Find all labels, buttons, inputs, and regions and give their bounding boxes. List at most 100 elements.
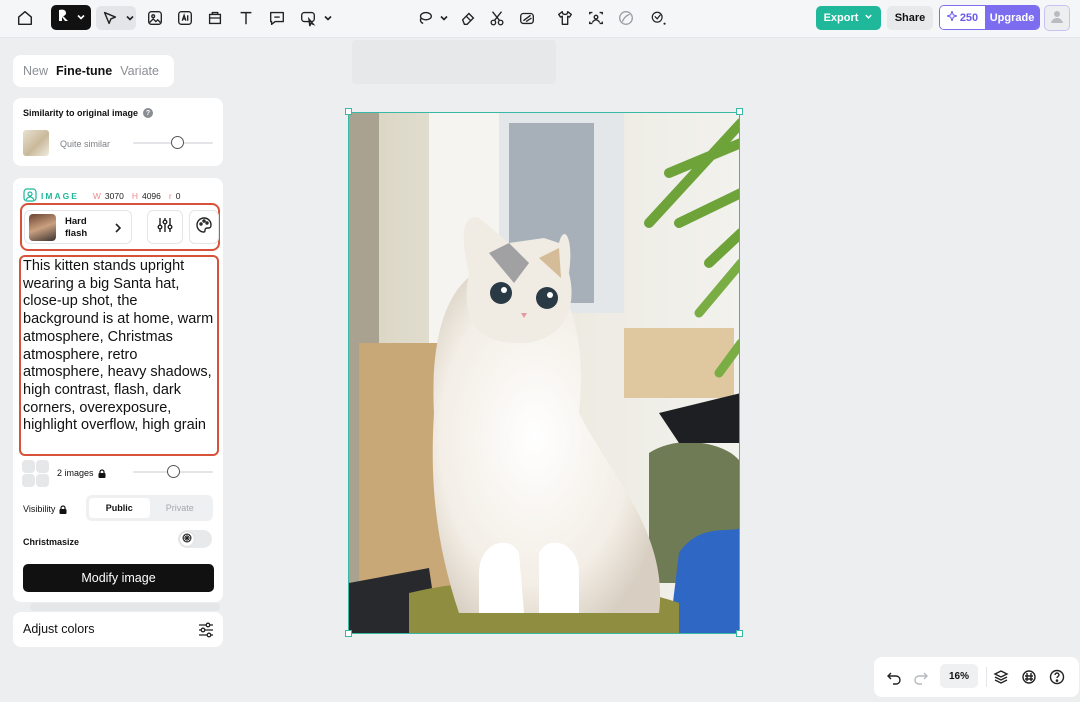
image-height: 4096 (141, 191, 161, 201)
remove-background-icon[interactable] (517, 6, 537, 30)
similarity-slider-knob[interactable] (170, 136, 184, 149)
adjust-settings-button[interactable] (147, 210, 183, 244)
christmasize-knob (180, 532, 194, 546)
chevron-down-icon[interactable] (322, 6, 334, 30)
visibility-label: Visibility (23, 504, 67, 514)
images-count-label: 2 images (57, 468, 94, 478)
logo-menu-button[interactable] (51, 5, 91, 30)
ai-image-icon[interactable] (175, 6, 195, 30)
similarity-value-label: Quite similar (60, 139, 111, 149)
home-icon[interactable] (15, 6, 35, 30)
eraser-icon[interactable] (458, 6, 478, 30)
lock-icon (98, 468, 106, 478)
christmasize-toggle[interactable] (178, 530, 212, 548)
modify-image-button[interactable]: Modify image (23, 564, 214, 592)
style-row: Hard flash (20, 203, 220, 251)
palette-icon (195, 216, 213, 239)
help-icon[interactable] (1047, 667, 1067, 687)
image-info: IMAGE W 3070 H 4096 r 0 (23, 188, 180, 204)
chevron-down-icon[interactable] (124, 6, 136, 30)
share-button[interactable]: Share (887, 6, 933, 30)
images-count: 2 images (57, 468, 106, 478)
bottom-toolbar: 16% (874, 657, 1079, 697)
user-avatar[interactable] (1044, 5, 1070, 31)
height-key: H (131, 191, 138, 201)
resize-handle-bottom-left[interactable] (345, 630, 352, 637)
logo-icon (56, 7, 72, 28)
credits-value: 250 (959, 11, 979, 24)
mode-tabs: New Fine-tune Variate (13, 55, 174, 87)
credits-count[interactable]: 250 (940, 6, 985, 29)
share-label: Share (894, 12, 926, 24)
fine-tune-card: IMAGE W 3070 H 4096 r 0 Hard flash This … (13, 178, 223, 602)
resize-handle-top-left[interactable] (345, 108, 352, 115)
image-label: IMAGE (41, 191, 79, 201)
christmasize-label: Christmasize (23, 537, 80, 547)
style-name: Hard flash (65, 216, 88, 239)
lock-icon (59, 504, 67, 514)
comment-icon[interactable] (267, 6, 287, 30)
redo-icon[interactable] (911, 667, 931, 687)
background-placeholder (352, 40, 556, 84)
user-icon (1049, 8, 1065, 29)
group-photo-icon[interactable] (586, 6, 606, 30)
similarity-title-text: Similarity to original image (23, 108, 139, 118)
width-key: W (92, 191, 101, 201)
similarity-title: Similarity to original image ? (23, 108, 154, 118)
kitten-photo (349, 113, 739, 633)
leaf-icon[interactable] (616, 6, 636, 30)
layers-icon[interactable] (991, 667, 1011, 687)
tab-variate[interactable]: Variate (120, 64, 159, 78)
style-selector[interactable]: Hard flash (24, 210, 132, 244)
upgrade-label: Upgrade (989, 11, 1035, 24)
export-label: Export (823, 12, 859, 24)
chevron-down-icon (864, 12, 873, 24)
sliders-icon (156, 216, 174, 239)
chevron-right-icon (113, 221, 123, 233)
palette-button[interactable] (189, 210, 219, 244)
image-icon[interactable] (145, 6, 165, 30)
adjust-colors-card[interactable]: Adjust colors (13, 612, 223, 647)
export-button[interactable]: Export (816, 6, 881, 30)
canvas-image[interactable] (348, 112, 740, 634)
tab-fine-tune[interactable]: Fine-tune (56, 64, 112, 78)
style-thumbnail (29, 214, 56, 241)
help-icon[interactable]: ? (143, 108, 154, 118)
magic-edit-icon[interactable] (646, 6, 670, 30)
modify-image-label: Modify image (81, 571, 156, 585)
resize-handle-top-right[interactable] (736, 108, 743, 115)
undo-icon[interactable] (884, 667, 904, 687)
visibility-toggle: Public Private (86, 495, 213, 521)
credits-upgrade-group: 250 Upgrade (939, 5, 1040, 30)
sparkle-icon (945, 9, 959, 24)
text-icon[interactable] (236, 6, 256, 30)
panel-scroll-indicator (30, 603, 220, 611)
cursor-chat-icon[interactable] (298, 6, 318, 30)
assets-icon[interactable] (1019, 667, 1039, 687)
prompt-textarea[interactable]: This kitten stands upright wearing a big… (19, 255, 219, 456)
chevron-down-icon (76, 9, 86, 27)
visibility-private-option[interactable]: Private (150, 498, 211, 518)
image-icon (23, 188, 37, 204)
original-image-thumbnail (23, 130, 49, 156)
similarity-card: Similarity to original image ? Quite sim… (13, 98, 223, 166)
cursor-icon (100, 6, 120, 30)
scissors-icon[interactable] (487, 6, 507, 30)
images-slider-knob[interactable] (166, 465, 180, 478)
mockup-icon[interactable] (205, 6, 225, 30)
chevron-down-icon[interactable] (438, 6, 450, 30)
lasso-icon[interactable] (414, 6, 436, 30)
top-toolbar: Export Share 250 Upgrade (0, 0, 1080, 38)
toolbar-divider (986, 667, 987, 687)
shirt-icon[interactable] (555, 6, 575, 30)
upgrade-button[interactable]: Upgrade (985, 6, 1039, 29)
tab-new[interactable]: New (23, 64, 48, 78)
snowflake-icon (182, 530, 192, 548)
sliders-icon (197, 621, 215, 639)
resize-handle-bottom-right[interactable] (736, 630, 743, 637)
zoom-level[interactable]: 16% (940, 664, 978, 688)
visibility-label-text: Visibility (23, 504, 56, 514)
zoom-value: 16% (948, 670, 969, 682)
image-rotation: 0 (175, 191, 181, 201)
visibility-public-option[interactable]: Public (89, 498, 150, 518)
